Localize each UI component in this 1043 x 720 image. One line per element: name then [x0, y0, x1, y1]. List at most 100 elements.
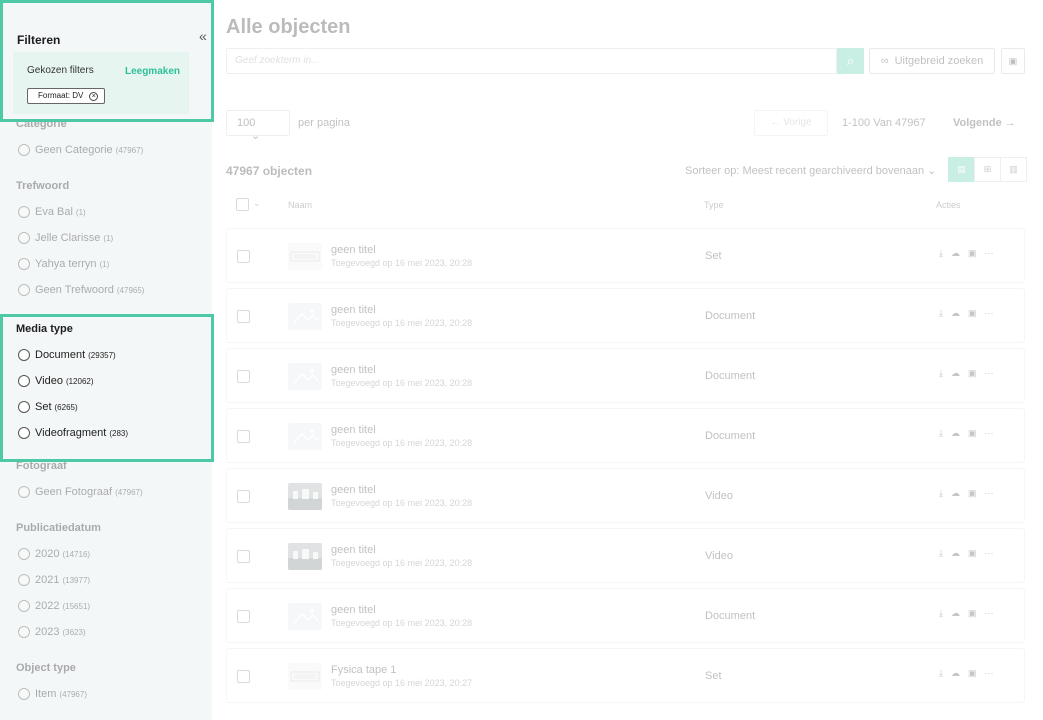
- download-icon[interactable]: ⤓: [939, 428, 943, 439]
- table-row[interactable]: geen titel Toegevoegd op 16 mei 2023, 20:…: [226, 288, 1025, 343]
- option-video[interactable]: Video (12062): [18, 375, 94, 387]
- radio-button[interactable]: [18, 600, 30, 612]
- row-title[interactable]: geen titel: [331, 364, 376, 376]
- option-document[interactable]: Document (29357): [18, 349, 116, 361]
- search-button[interactable]: ⌕: [837, 48, 864, 74]
- save-icon[interactable]: ▣: [968, 668, 977, 679]
- grid-view-toggle[interactable]: ⊞: [974, 157, 1001, 182]
- cloud-icon[interactable]: ☁: [951, 428, 960, 439]
- download-icon[interactable]: ⤓: [939, 548, 943, 559]
- more-icon[interactable]: ⋯: [985, 308, 994, 319]
- option-videofragment[interactable]: Videofragment (283): [18, 427, 128, 439]
- cloud-icon[interactable]: ☁: [951, 548, 960, 559]
- option-2022[interactable]: 2022 (15651): [18, 600, 90, 612]
- per-page-select[interactable]: 100 ⌄: [226, 110, 290, 142]
- row-checkbox[interactable]: [237, 310, 250, 323]
- radio-button[interactable]: [18, 258, 30, 270]
- option-set[interactable]: Set (6265): [18, 401, 78, 413]
- row-checkbox[interactable]: [237, 370, 250, 383]
- option-2023[interactable]: 2023 (3623): [18, 626, 86, 638]
- row-title[interactable]: geen titel: [331, 244, 376, 256]
- more-icon[interactable]: ⋯: [985, 548, 994, 559]
- radio-button[interactable]: [18, 206, 30, 218]
- previous-page-button[interactable]: ← Vorige: [754, 110, 828, 136]
- row-title[interactable]: geen titel: [331, 544, 376, 556]
- table-row[interactable]: geen titel Toegevoegd op 16 mei 2023, 20:…: [226, 468, 1025, 523]
- cloud-icon[interactable]: ☁: [951, 488, 960, 499]
- option-2020[interactable]: 2020 (14716): [18, 548, 90, 560]
- chip-remove-icon[interactable]: ×: [89, 91, 99, 101]
- radio-button[interactable]: [18, 548, 30, 560]
- save-icon[interactable]: ▣: [968, 428, 977, 439]
- more-icon[interactable]: ⋯: [985, 488, 994, 499]
- radio-button[interactable]: [18, 626, 30, 638]
- row-checkbox[interactable]: [237, 610, 250, 623]
- next-page-button[interactable]: Volgende →: [953, 117, 1016, 129]
- more-icon[interactable]: ⋯: [985, 368, 994, 379]
- table-row[interactable]: Fysica tape 1 Toegevoegd op 16 mei 2023, …: [226, 648, 1025, 703]
- radio-button[interactable]: [18, 688, 30, 700]
- row-title[interactable]: geen titel: [331, 604, 376, 616]
- save-icon[interactable]: ▣: [968, 248, 977, 259]
- card-view-toggle[interactable]: ▥: [1000, 157, 1027, 182]
- radio-button[interactable]: [18, 284, 30, 296]
- cloud-icon[interactable]: ☁: [951, 308, 960, 319]
- download-icon[interactable]: ⤓: [939, 308, 943, 319]
- filter-chip[interactable]: Formaat: DV ×: [27, 88, 106, 104]
- table-row[interactable]: geen titel Toegevoegd op 16 mei 2023, 20:…: [226, 348, 1025, 403]
- row-checkbox[interactable]: [237, 550, 250, 563]
- row-title[interactable]: geen titel: [331, 424, 376, 436]
- save-icon[interactable]: ▣: [968, 548, 977, 559]
- option-2021[interactable]: 2021 (13977): [18, 574, 90, 586]
- chevron-down-icon[interactable]: ⌄: [253, 198, 261, 209]
- option-yahya-terryn[interactable]: Yahya terryn (1): [18, 258, 109, 270]
- table-row[interactable]: geen titel Toegevoegd op 16 mei 2023, 20:…: [226, 528, 1025, 583]
- collapse-chevrons-icon[interactable]: «: [199, 28, 207, 44]
- search-input[interactable]: Geef zoekterm in...: [226, 48, 837, 74]
- option-geen-categorie[interactable]: Geen Categorie (47967): [18, 144, 143, 156]
- option-eva-bal[interactable]: Eva Bal (1): [18, 206, 86, 218]
- more-icon[interactable]: ⋯: [985, 248, 994, 259]
- table-row[interactable]: geen titel Toegevoegd op 16 mei 2023, 20:…: [226, 228, 1025, 283]
- row-checkbox[interactable]: [237, 430, 250, 443]
- more-icon[interactable]: ⋯: [985, 428, 994, 439]
- download-icon[interactable]: ⤓: [939, 608, 943, 619]
- cloud-icon[interactable]: ☁: [951, 368, 960, 379]
- download-icon[interactable]: ⤓: [939, 248, 943, 259]
- table-row[interactable]: geen titel Toegevoegd op 16 mei 2023, 20:…: [226, 408, 1025, 463]
- save-icon[interactable]: ▣: [968, 308, 977, 319]
- download-icon[interactable]: ⤓: [939, 368, 943, 379]
- row-title[interactable]: geen titel: [331, 484, 376, 496]
- row-title[interactable]: Fysica tape 1: [331, 664, 396, 676]
- save-icon[interactable]: ▣: [968, 608, 977, 619]
- save-icon[interactable]: ▣: [968, 488, 977, 499]
- save-icon[interactable]: ▣: [968, 368, 977, 379]
- download-icon[interactable]: ⤓: [939, 488, 943, 499]
- row-checkbox[interactable]: [237, 250, 250, 263]
- row-checkbox[interactable]: [237, 490, 250, 503]
- more-icon[interactable]: ⋯: [985, 668, 994, 679]
- radio-button[interactable]: [18, 486, 30, 498]
- save-search-button[interactable]: ▣: [1001, 48, 1025, 74]
- radio-button[interactable]: [18, 574, 30, 586]
- radio-button[interactable]: [18, 427, 30, 439]
- cloud-icon[interactable]: ☁: [951, 248, 960, 259]
- advanced-search-button[interactable]: ∞ Uitgebreid zoeken: [869, 48, 995, 74]
- radio-button[interactable]: [18, 232, 30, 244]
- more-icon[interactable]: ⋯: [985, 608, 994, 619]
- list-view-toggle[interactable]: ▤: [948, 157, 975, 182]
- column-header-name[interactable]: Naam: [288, 200, 312, 210]
- option-geen-trefwoord[interactable]: Geen Trefwoord (47965): [18, 284, 144, 296]
- radio-button[interactable]: [18, 375, 30, 387]
- cloud-icon[interactable]: ☁: [951, 608, 960, 619]
- option-item[interactable]: Item (47967): [18, 688, 87, 700]
- sort-dropdown[interactable]: Sorteer op: Meest recent gearchiveerd bo…: [685, 164, 936, 177]
- table-row[interactable]: geen titel Toegevoegd op 16 mei 2023, 20:…: [226, 588, 1025, 643]
- option-jelle-clarisse[interactable]: Jelle Clarisse (1): [18, 232, 113, 244]
- cloud-icon[interactable]: ☁: [951, 668, 960, 679]
- radio-button[interactable]: [18, 401, 30, 413]
- row-title[interactable]: geen titel: [331, 304, 376, 316]
- row-checkbox[interactable]: [237, 670, 250, 683]
- select-all-checkbox[interactable]: [236, 198, 249, 211]
- download-icon[interactable]: ⤓: [939, 668, 943, 679]
